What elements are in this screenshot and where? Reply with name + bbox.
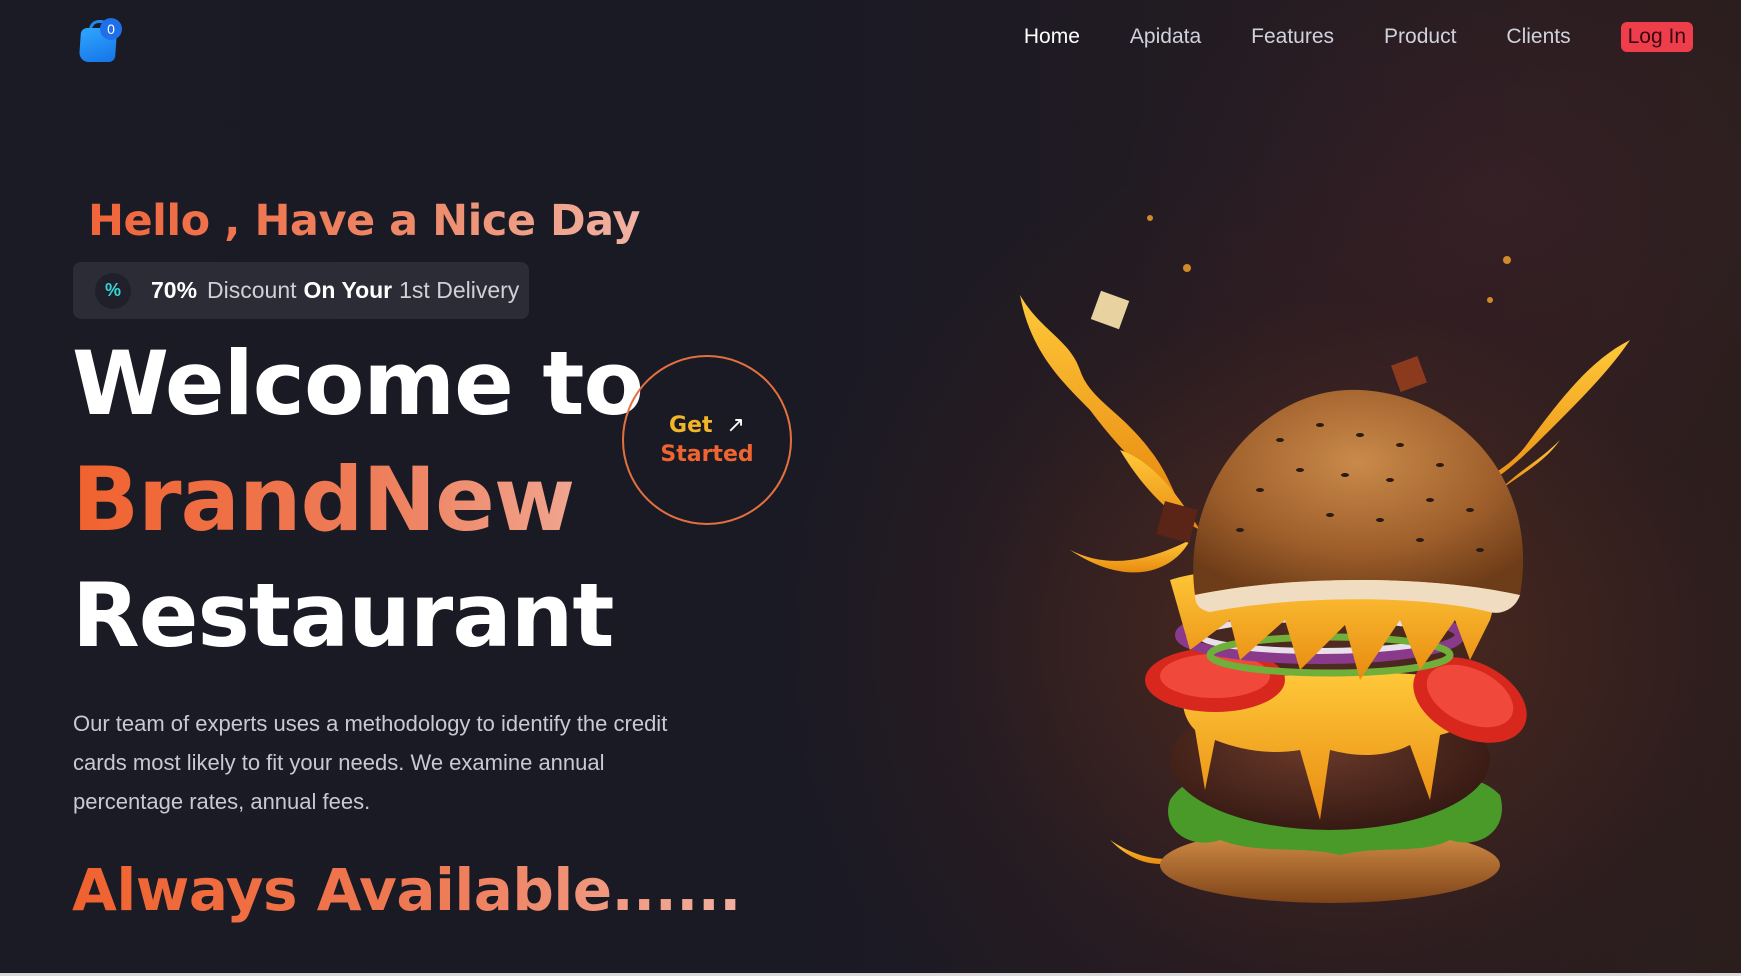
cart-logo[interactable]: 0	[78, 18, 122, 64]
greeting-text: Hello , Have a Nice Day	[88, 196, 640, 246]
percent-icon: %	[95, 272, 131, 309]
cta-label-get: Get	[669, 413, 713, 438]
nav-apidata[interactable]: Apidata	[1130, 25, 1201, 49]
cart-count-badge: 0	[100, 18, 122, 40]
burger-image	[1020, 215, 1630, 903]
headline-restaurant: Restaurant	[72, 564, 614, 667]
cta-label-started: Started	[660, 442, 754, 467]
login-button[interactable]: Log In	[1620, 22, 1693, 52]
nav-home[interactable]: Home	[1024, 25, 1080, 49]
get-started-button[interactable]: Get ↗ Started	[622, 355, 792, 525]
arrow-up-right-icon: ↗	[726, 413, 745, 438]
discount-banner: % 70% Discount On Your 1st Delivery	[73, 262, 529, 319]
hero-description: Our team of experts uses a methodology t…	[73, 711, 668, 814]
discount-first-delivery: 1st Delivery	[399, 277, 520, 303]
nav-product[interactable]: Product	[1384, 25, 1456, 49]
headline-brand: BrandNew	[72, 448, 575, 551]
headline-welcome: Welcome to	[72, 332, 644, 435]
discount-percent: 70%	[151, 277, 198, 303]
nav-features[interactable]: Features	[1251, 25, 1334, 49]
discount-on-your: On Your	[303, 277, 393, 303]
tagline-always-available: Always Available......	[72, 856, 741, 924]
discount-word: Discount	[207, 277, 297, 303]
nav-clients[interactable]: Clients	[1506, 25, 1570, 49]
main-nav: Home Apidata Features Product Clients Lo…	[974, 22, 1693, 52]
